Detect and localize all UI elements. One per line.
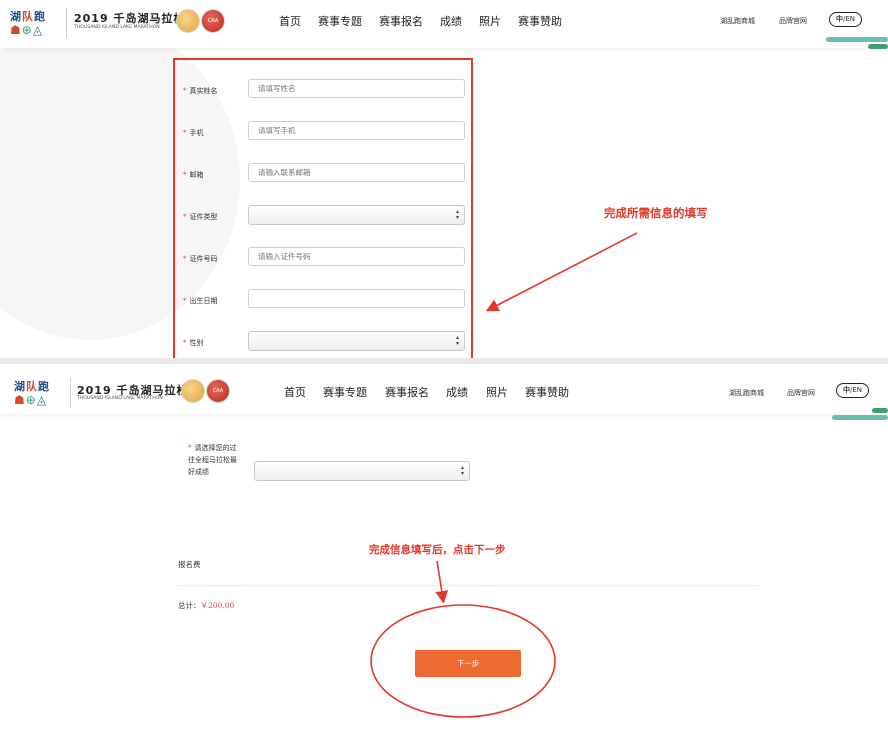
callout-arrow-icon [485,232,638,312]
screenshot-bottom: 湖队跑 ☗⊕◬ 2019 千岛湖马拉松 THOUSAND ISLAND LAKE… [0,364,888,740]
highlight-ellipse [370,604,556,718]
screenshot-top: 湖队跑 ☗⊕◬ 2019 千岛湖马拉松 THOUSAND ISLAND LAKE… [0,0,888,358]
callout-arrow-icon [370,560,556,718]
